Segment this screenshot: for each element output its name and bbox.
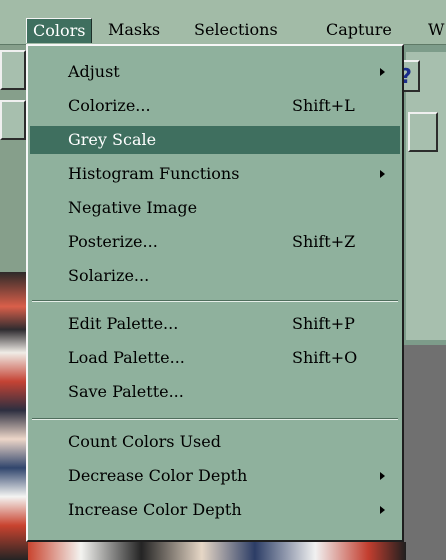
menu-masks[interactable]: Masks (102, 18, 166, 42)
menu-item-colorize[interactable]: Colorize... Shift+L (30, 92, 400, 120)
menu-capture-label: Capture (326, 20, 392, 39)
right-toolbar-area (406, 52, 446, 340)
menu-selections-label: Selections (194, 20, 278, 39)
menu-item-label: Increase Color Depth (68, 500, 242, 519)
menu-separator (32, 300, 398, 302)
menu-selections[interactable]: Selections (188, 18, 284, 42)
menu-item-label: Edit Palette... (68, 314, 179, 333)
menu-item-save-palette[interactable]: Save Palette... (30, 378, 400, 406)
menu-item-negative-image[interactable]: Negative Image (30, 194, 400, 222)
menu-window-label: W (428, 20, 445, 39)
menu-item-label: Save Palette... (68, 382, 184, 401)
menu-item-decrease-color-depth[interactable]: Decrease Color Depth (30, 462, 400, 490)
menu-masks-label: Masks (108, 20, 161, 39)
menu-item-label: Posterize... (68, 232, 158, 251)
menu-separator (32, 418, 398, 420)
toolbar-button[interactable] (0, 50, 26, 90)
menu-item-label: Negative Image (68, 198, 198, 217)
background-image-bottom (28, 542, 406, 560)
submenu-arrow-icon (380, 68, 385, 76)
menu-item-shortcut: Shift+O (292, 348, 358, 367)
menu-colors[interactable]: Colors (26, 18, 93, 43)
menu-item-increase-color-depth[interactable]: Increase Color Depth (30, 496, 400, 524)
menu-colors-label: Colors (33, 21, 86, 40)
menu-window[interactable]: W (422, 18, 446, 42)
menu-item-shortcut: Shift+P (292, 314, 355, 333)
background-image-right (404, 345, 446, 560)
menu-item-histogram-functions[interactable]: Histogram Functions (30, 160, 400, 188)
menu-item-shortcut: Shift+Z (292, 232, 356, 251)
menu-item-solarize[interactable]: Solarize... (30, 262, 400, 290)
menu-item-label: Histogram Functions (68, 164, 240, 183)
toolbar-button[interactable] (408, 112, 438, 152)
submenu-arrow-icon (380, 472, 385, 480)
menu-item-shortcut: Shift+L (292, 96, 355, 115)
toolbar-button[interactable] (0, 100, 26, 140)
menu-item-grey-scale[interactable]: Grey Scale (30, 126, 400, 154)
menu-item-label: Adjust (68, 62, 120, 81)
image-shadow (404, 345, 446, 560)
submenu-arrow-icon (380, 506, 385, 514)
colors-dropdown-menu: Adjust Colorize... Shift+L Grey Scale Hi… (26, 44, 404, 542)
menu-item-adjust[interactable]: Adjust (30, 58, 400, 86)
menu-item-label: Solarize... (68, 266, 150, 285)
menu-item-label: Grey Scale (68, 130, 157, 149)
menu-item-label: Load Palette... (68, 348, 185, 367)
menu-item-label: Count Colors Used (68, 432, 221, 451)
menu-item-label: Decrease Color Depth (68, 466, 248, 485)
menu-capture[interactable]: Capture (320, 18, 398, 42)
submenu-arrow-icon (380, 170, 385, 178)
menu-item-count-colors-used[interactable]: Count Colors Used (30, 428, 400, 456)
menu-item-edit-palette[interactable]: Edit Palette... Shift+P (30, 310, 400, 338)
menu-item-posterize[interactable]: Posterize... Shift+Z (30, 228, 400, 256)
menu-item-load-palette[interactable]: Load Palette... Shift+O (30, 344, 400, 372)
menu-bar: Colors Masks Selections Capture W (0, 0, 446, 45)
menu-item-label: Colorize... (68, 96, 151, 115)
